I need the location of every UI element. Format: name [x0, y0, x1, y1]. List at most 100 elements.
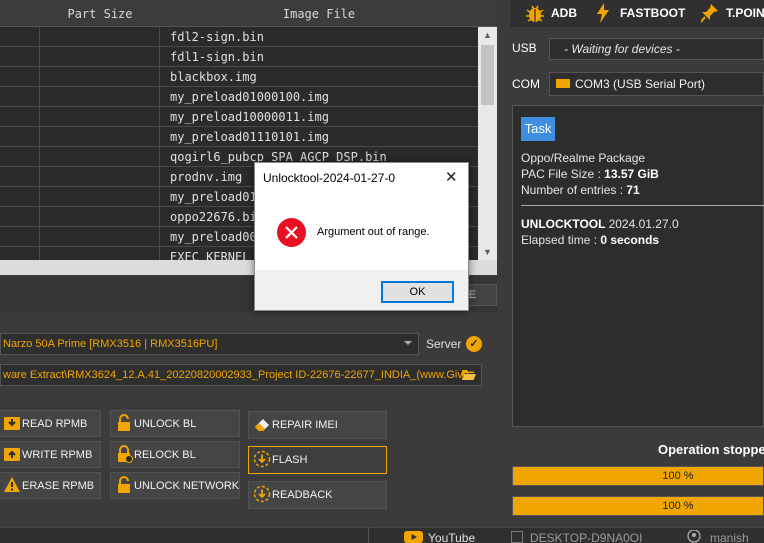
part-size-cell: [40, 207, 160, 227]
chevron-down-icon[interactable]: [404, 341, 412, 345]
error-icon: [277, 218, 306, 247]
image-file-cell: prodnv.img: [170, 170, 243, 184]
part-size-cell: [40, 67, 160, 87]
open-folder-icon[interactable]: [462, 368, 476, 380]
readback-button[interactable]: READBACK: [248, 481, 387, 509]
android-bug-icon: [526, 5, 544, 22]
image-file-cell: my_preload10000011.img: [170, 110, 329, 124]
mode-tabs: ADB FASTBOOT T.POIN: [510, 0, 764, 27]
table-header: Part Size Image File: [0, 0, 497, 27]
relock-bl-button[interactable]: RELOCK BL: [110, 441, 240, 468]
readback-label: READBACK: [272, 489, 333, 501]
row-index-cell: [0, 47, 40, 67]
flash-download-icon: [253, 450, 271, 468]
readback-download-icon: [253, 485, 271, 503]
row-index-cell: [0, 207, 40, 227]
log-package: Oppo/Realme Package: [521, 151, 646, 165]
table-row[interactable]: fdl2-sign.bin: [0, 27, 478, 47]
server-check-icon[interactable]: ✓: [466, 336, 482, 352]
unlock-bl-button[interactable]: UNLOCK BL: [110, 410, 240, 437]
part-size-cell: [40, 27, 160, 47]
close-icon[interactable]: ✕: [445, 168, 458, 186]
read-rpmb-button[interactable]: READ RPMB: [0, 410, 101, 437]
erase-rpmb-label: ERASE RPMB: [22, 480, 95, 492]
row-index-cell: [0, 67, 40, 87]
part-size-cell: [40, 227, 160, 247]
part-size-cell: [40, 187, 160, 207]
error-dialog: Unlocktool-2024-01-27-0 ✕ Argument out o…: [254, 162, 469, 311]
warning-icon: [4, 477, 20, 492]
part-size-cell: [40, 107, 160, 127]
pin-icon: [701, 4, 718, 23]
server-label: Server: [426, 337, 462, 351]
lightning-icon: [597, 3, 609, 23]
table-row[interactable]: fdl1-sign.bin: [0, 47, 478, 67]
image-file-cell: fdl2-sign.bin: [170, 30, 264, 44]
table-row[interactable]: my_preload01110101.img: [0, 127, 478, 147]
unlock-network-button[interactable]: UNLOCK NETWORK: [110, 472, 240, 499]
log-separator: [521, 205, 764, 206]
task-badge: Task: [521, 117, 555, 141]
progress-text-1: 100 %: [662, 470, 694, 482]
firmware-path-field[interactable]: ware Extract\RMX3624_12.A.41_20220820002…: [0, 364, 482, 386]
image-file-cell: blackbox.img: [170, 70, 257, 84]
tab-adb[interactable]: ADB: [551, 6, 577, 20]
log-pac-size: PAC File Size : 13.57 GiB: [521, 167, 659, 181]
row-index-cell: [0, 147, 40, 167]
scroll-thumb[interactable]: [481, 45, 494, 105]
status-bar: [0, 527, 764, 543]
user-name: manish: [710, 531, 749, 543]
youtube-icon: [404, 531, 423, 543]
progress-text-2: 100 %: [662, 500, 694, 512]
usb-label: USB: [512, 41, 537, 55]
dialog-title: Unlocktool-2024-01-27-0: [263, 171, 396, 185]
image-file-cell: fdl1-sign.bin: [170, 50, 264, 64]
row-index-cell: [0, 187, 40, 207]
log-entries: Number of entries : 71: [521, 183, 640, 197]
erase-rpmb-button[interactable]: ERASE RPMB: [0, 472, 101, 499]
flash-label: FLASH: [272, 454, 308, 466]
model-select[interactable]: Narzo 50A Prime [RMX3516 | RMX3516PU]: [0, 333, 419, 355]
unlock-network-label: UNLOCK NETWORK: [134, 480, 240, 492]
row-index-cell: [0, 127, 40, 147]
row-index-cell: [0, 87, 40, 107]
tab-fastboot[interactable]: FASTBOOT: [620, 6, 685, 20]
table-vertical-scrollbar[interactable]: ▲ ▼: [478, 27, 497, 260]
row-index-cell: [0, 167, 40, 187]
unlock-bl-label: UNLOCK BL: [134, 418, 197, 430]
row-index-cell: [0, 227, 40, 247]
write-rpmb-button[interactable]: WRITE RPMB: [0, 441, 101, 468]
ok-button[interactable]: OK: [381, 281, 454, 303]
header-part-size: Part Size: [67, 7, 133, 21]
row-index-cell: [0, 107, 40, 127]
image-file-cell: oppo22676.bi: [170, 210, 257, 224]
image-file-cell: my_preload01: [170, 190, 257, 204]
image-file-cell: my_preload00: [170, 230, 257, 244]
log-elapsed: Elapsed time : 0 seconds: [521, 233, 660, 247]
upload-icon: [4, 448, 20, 461]
scroll-down-icon[interactable]: ▼: [478, 244, 497, 260]
flash-button[interactable]: FLASH: [248, 446, 387, 474]
part-size-cell: [40, 167, 160, 187]
write-rpmb-label: WRITE RPMB: [22, 449, 93, 461]
image-file-cell: my_preload01000100.img: [170, 90, 329, 104]
desktop-icon: [511, 531, 523, 543]
progress-bar-2: 100 %: [512, 496, 764, 516]
youtube-link[interactable]: YouTube: [428, 531, 475, 543]
part-size-cell: [40, 47, 160, 67]
com-port-select[interactable]: COM3 (USB Serial Port): [549, 72, 764, 96]
usb-device-field[interactable]: - Waiting for devices -: [549, 38, 764, 60]
part-size-cell: [40, 147, 160, 167]
scroll-up-icon[interactable]: ▲: [478, 27, 497, 43]
header-image-file: Image File: [282, 7, 356, 21]
repair-imei-button[interactable]: REPAIR IMEI: [248, 411, 387, 439]
table-row[interactable]: my_preload01000100.img: [0, 87, 478, 107]
download-icon: [4, 417, 20, 430]
table-row[interactable]: blackbox.img: [0, 67, 478, 87]
row-index-cell: [0, 27, 40, 47]
serial-port-icon: [556, 79, 570, 88]
tab-tpoint[interactable]: T.POIN: [726, 6, 764, 20]
image-file-cell: my_preload01110101.img: [170, 130, 329, 144]
part-size-cell: [40, 127, 160, 147]
table-row[interactable]: my_preload10000011.img: [0, 107, 478, 127]
